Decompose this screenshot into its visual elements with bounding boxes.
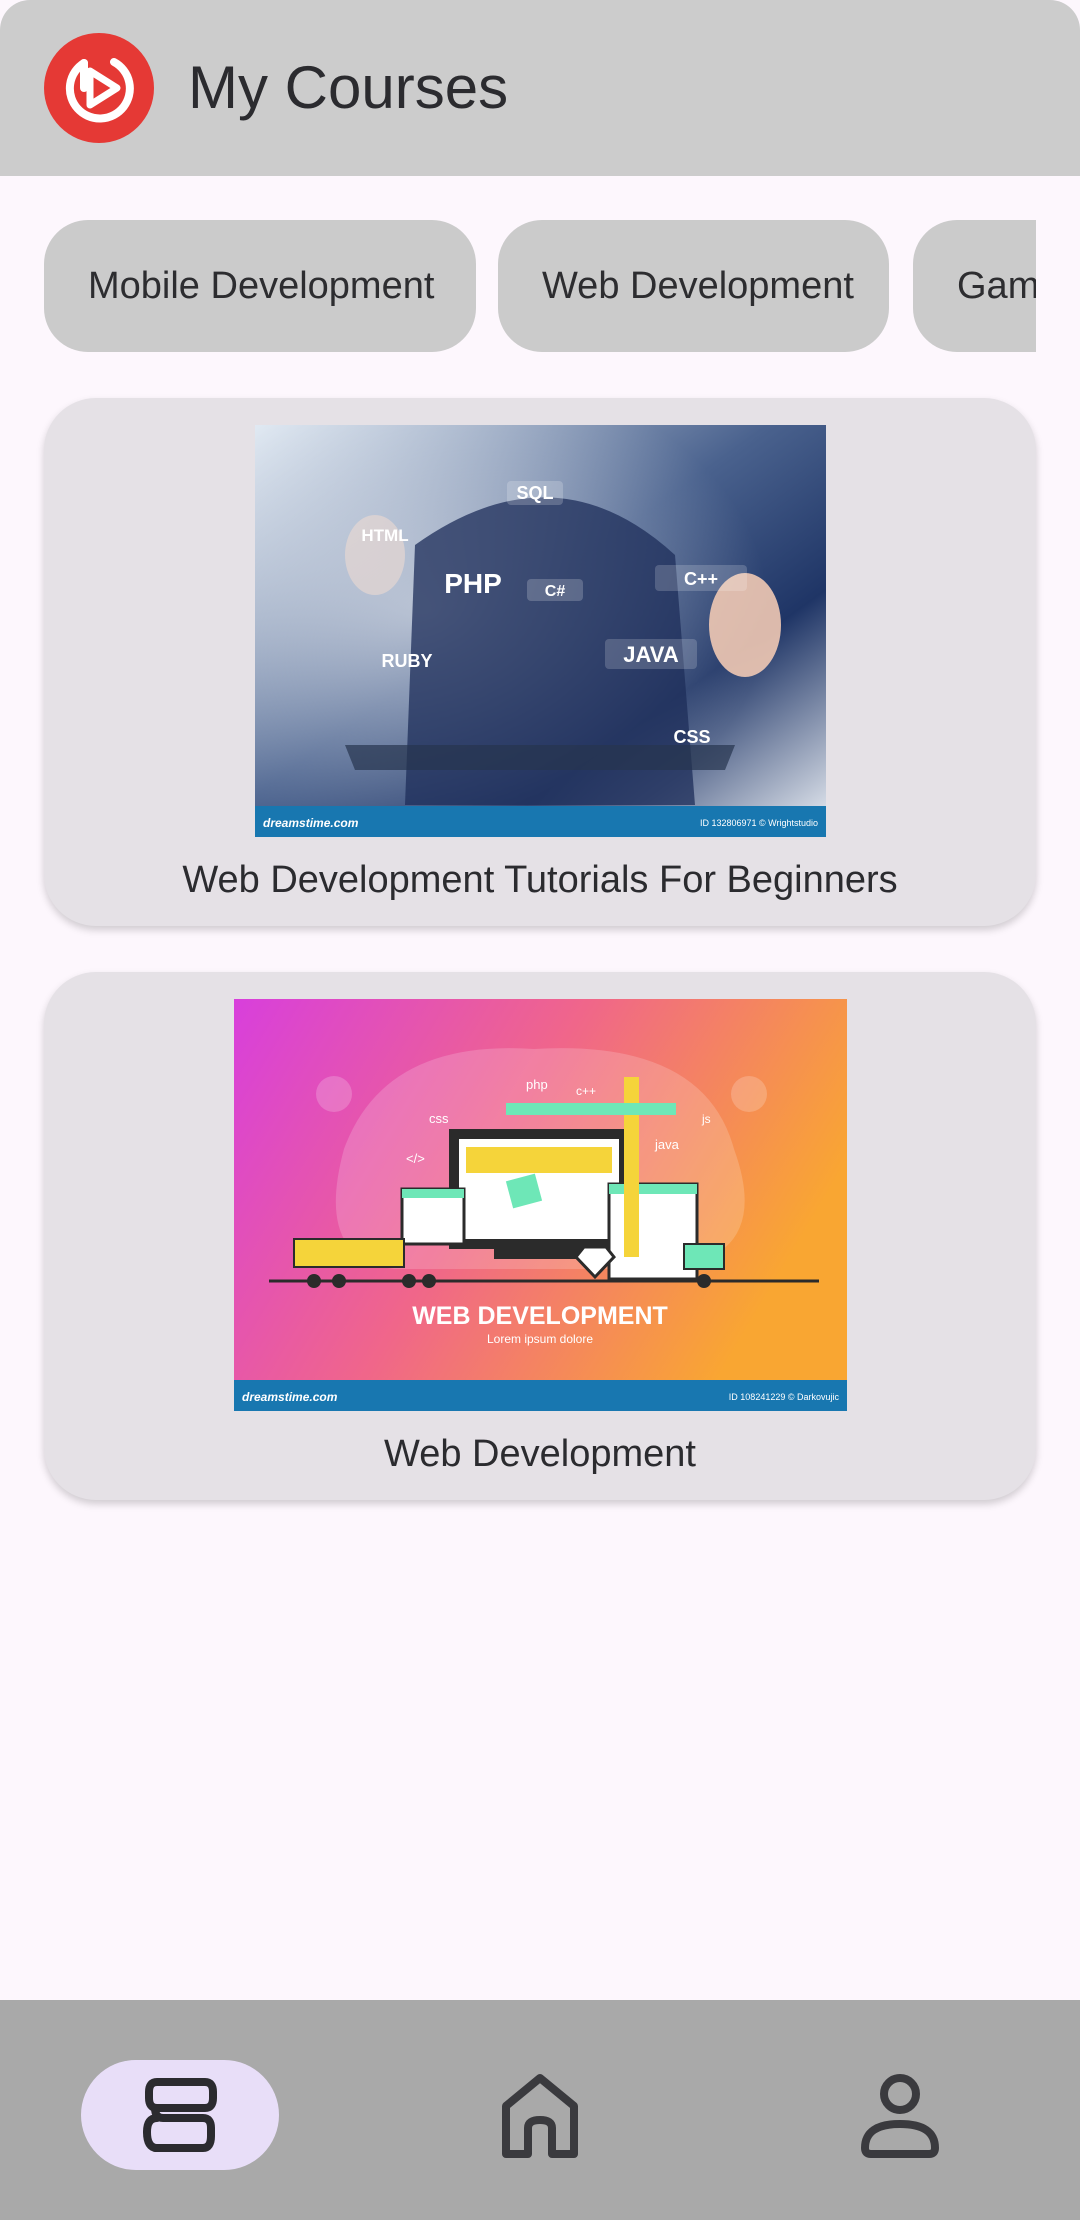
nav-item-profile[interactable]	[826, 2060, 974, 2170]
thumb-tag: C++	[684, 569, 718, 589]
course-thumbnail: php c++ css js java </> WEB DEVELOPMENT …	[234, 999, 847, 1411]
bottom-navigation	[0, 2000, 1080, 2220]
chip-mobile-development[interactable]: Mobile Development	[44, 220, 476, 352]
app-bar: My Courses	[0, 0, 1080, 176]
thumb-tag: PHP	[444, 568, 502, 599]
nav-item-home[interactable]	[466, 2060, 614, 2170]
course-thumbnail: SQL HTML PHP C# C++ RUBY JAVA CSS dreams…	[255, 425, 826, 837]
profile-icon	[861, 2074, 939, 2158]
thumb-credit: ID 132806971 © Wrightstudio	[700, 818, 818, 828]
thumb-tag: c++	[576, 1084, 596, 1098]
thumb-tag: php	[526, 1077, 548, 1092]
thumb-tag: SQL	[516, 483, 553, 503]
category-chips: Mobile Development Web Development Gam	[44, 220, 1036, 352]
thumb-tag: js	[701, 1112, 711, 1126]
thumb-subline: Lorem ipsum dolore	[487, 1332, 593, 1346]
thumb-tag: C#	[545, 583, 566, 600]
nav-item-courses[interactable]	[81, 2060, 279, 2170]
thumb-tag: CSS	[673, 727, 710, 747]
chip-web-development[interactable]: Web Development	[498, 220, 889, 352]
thumb-tag: </>	[406, 1151, 425, 1166]
thumb-tag: JAVA	[623, 642, 679, 667]
thumb-tag: HTML	[361, 526, 408, 545]
thumb-tag: java	[654, 1137, 680, 1152]
chip-game-development[interactable]: Gam	[913, 220, 1036, 352]
play-logo-icon	[44, 33, 154, 143]
app-screen: My Courses Mobile Development Web Develo…	[0, 0, 1080, 2220]
thumb-watermark: dreamstime.com	[242, 1390, 338, 1404]
page-title: My Courses	[188, 54, 509, 121]
course-card[interactable]: SQL HTML PHP C# C++ RUBY JAVA CSS dreams…	[44, 398, 1036, 926]
course-title: Web Development Tutorials For Beginners	[182, 859, 898, 901]
thumb-tag: RUBY	[381, 651, 432, 671]
thumb-watermark: dreamstime.com	[263, 816, 359, 830]
courses-icon	[143, 2078, 217, 2152]
course-title: Web Development	[384, 1433, 696, 1475]
thumb-headline: WEB DEVELOPMENT	[412, 1302, 668, 1330]
thumb-credit: ID 108241229 © Darkovujic	[729, 1392, 840, 1402]
thumb-tag: css	[429, 1111, 449, 1126]
home-icon	[502, 2074, 578, 2158]
course-card[interactable]: php c++ css js java </> WEB DEVELOPMENT …	[44, 972, 1036, 1500]
